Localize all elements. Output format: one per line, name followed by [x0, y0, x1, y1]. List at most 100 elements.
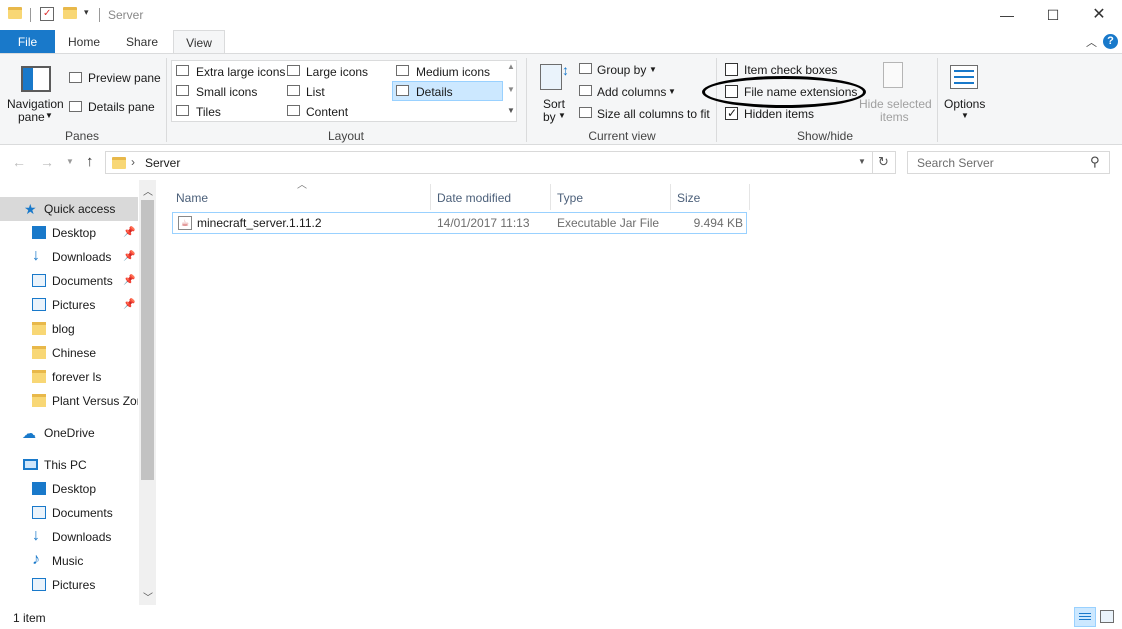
sidebar-item-quick[interactable]: Documents 📌 — [0, 269, 138, 293]
pin-icon[interactable]: 📌 — [123, 221, 135, 245]
tab-view[interactable]: View — [173, 30, 225, 55]
gallery-scroll-down-icon[interactable]: ▼ — [507, 85, 515, 94]
column-header-size[interactable]: Size — [671, 184, 750, 210]
refresh-icon[interactable]: ↻ — [878, 154, 889, 170]
hide-selected-items-button[interactable]: Hide selected items — [858, 60, 932, 124]
sidebar-item-pc[interactable]: Desktop — [0, 477, 138, 501]
item-count: 1 item — [13, 611, 46, 625]
sidebar-item-label: Documents — [52, 506, 113, 520]
details-pane-button[interactable]: Details pane — [88, 100, 155, 114]
medium-icons-option[interactable]: Medium icons — [416, 65, 490, 79]
content-icon — [287, 105, 300, 116]
sidebar-item-pc[interactable]: Documents — [0, 501, 138, 525]
sidebar-item-quick[interactable]: Plant Versus Zon — [0, 389, 138, 413]
hidden-items-checkbox[interactable]: ✓ — [725, 106, 738, 120]
minimize-button[interactable]: — — [984, 0, 1030, 30]
sidebar-item-label: Downloads — [52, 530, 112, 544]
tiles-option[interactable]: Tiles — [196, 105, 221, 119]
extra-large-icons-icon — [176, 65, 189, 76]
divider — [30, 8, 31, 22]
tab-file[interactable]: File — [0, 30, 55, 54]
properties-icon[interactable]: ✓ — [40, 7, 54, 21]
sidebar-item-quick[interactable]: Chinese — [0, 341, 138, 365]
nav-onedrive[interactable]: ☁ OneDrive — [0, 421, 138, 445]
sidebar-item-pc[interactable]: ♪ Music — [0, 549, 138, 573]
sidebar-item-label: Documents — [52, 274, 113, 288]
sidebar-item-pc[interactable]: Pictures — [0, 573, 138, 597]
sidebar-item-quick[interactable]: Desktop 📌 — [0, 221, 138, 245]
breadcrumb-server[interactable]: Server — [145, 156, 180, 170]
item-check-boxes-checkbox[interactable] — [725, 63, 738, 76]
sidebar-item-pc[interactable]: ↓ Downloads — [0, 525, 138, 549]
sidebar-item-label: Music — [52, 554, 84, 568]
extra-large-icons-option[interactable]: Extra large icons — [196, 65, 285, 79]
nav-quick-access[interactable]: ★ Quick access — [0, 197, 138, 221]
close-button[interactable]: ✕ — [1076, 0, 1122, 30]
download-icon: ↓ — [32, 247, 40, 264]
column-header-name[interactable]: Name — [169, 184, 431, 210]
small-icons-icon — [176, 85, 189, 96]
options-icon — [950, 65, 978, 89]
sidebar-item-label: Downloads — [52, 250, 112, 264]
add-columns-button[interactable]: Add columns — [597, 85, 666, 99]
forward-arrow-icon[interactable]: → — [40, 154, 54, 170]
pin-icon[interactable]: 📌 — [123, 245, 135, 269]
pin-icon[interactable]: 📌 — [123, 293, 135, 317]
sidebar-item-quick[interactable]: forever ls — [0, 365, 138, 389]
minimize-ribbon-icon[interactable]: ︿ — [1086, 34, 1097, 50]
address-bar[interactable]: › Server ▼ ↻ — [105, 151, 896, 174]
small-icons-option[interactable]: Small icons — [196, 85, 257, 99]
file-name: minecraft_server.1.11.2 — [197, 216, 322, 230]
current-view-group-label: Current view — [588, 129, 656, 143]
scroll-thumb[interactable] — [141, 200, 154, 480]
table-row[interactable]: ☕ minecraft_server.1.11.2 14/01/2017 11:… — [172, 212, 747, 234]
back-arrow-icon[interactable]: ← — [12, 154, 26, 170]
details-pane-icon — [69, 101, 82, 112]
column-header-date[interactable]: Date modified — [431, 184, 551, 210]
sort-by-button[interactable]: ↕ Sort by ▼ — [535, 60, 573, 126]
new-folder-icon[interactable] — [63, 7, 77, 21]
preview-pane-button[interactable]: Preview pane — [88, 71, 161, 85]
details-option[interactable]: Details — [392, 81, 503, 101]
navigation-pane: ★ Quick access Desktop 📌 ↓ Downloads 📌 Docume… — [0, 180, 156, 605]
recent-locations-icon[interactable]: ▼ — [66, 157, 74, 166]
cloud-icon: ☁ — [22, 425, 36, 441]
divider — [99, 8, 100, 22]
up-arrow-icon[interactable]: ↑ — [86, 153, 94, 170]
options-button[interactable]: Options ▼ — [942, 60, 988, 126]
search-icon[interactable]: ⚲ — [1090, 154, 1100, 170]
file-date: 14/01/2017 11:13 — [437, 216, 530, 230]
column-header-type[interactable]: Type — [551, 184, 671, 210]
star-icon: ★ — [24, 201, 37, 217]
size-all-columns-button[interactable]: Size all columns to fit — [597, 107, 710, 121]
address-dropdown-icon[interactable]: ▼ — [858, 157, 866, 166]
sidebar-item-quick[interactable]: Pictures 📌 — [0, 293, 138, 317]
tab-share[interactable]: Share — [113, 30, 171, 54]
folder-icon — [32, 394, 46, 407]
list-option[interactable]: List — [306, 85, 325, 99]
customize-quick-access-icon[interactable]: ▾ — [84, 7, 89, 18]
gallery-scroll-up-icon[interactable]: ▲ — [507, 62, 515, 71]
large-icons-view-icon[interactable] — [1100, 610, 1114, 623]
nav-scrollbar[interactable]: ︿ ﹀ — [139, 180, 156, 605]
help-icon[interactable]: ? — [1103, 34, 1118, 49]
sidebar-item-label: Chinese — [52, 346, 97, 360]
large-icons-option[interactable]: Large icons — [306, 65, 368, 79]
details-view-icon[interactable] — [1074, 607, 1096, 627]
sidebar-item-quick[interactable]: ↓ Downloads 📌 — [0, 245, 138, 269]
hide-selected-icon — [883, 62, 903, 88]
tab-home[interactable]: Home — [57, 30, 111, 54]
search-box[interactable]: Search Server ⚲ — [907, 151, 1110, 174]
scroll-up-icon[interactable]: ︿ — [143, 183, 153, 198]
group-separator — [937, 58, 938, 142]
scroll-down-icon[interactable]: ﹀ — [143, 589, 153, 604]
content-option[interactable]: Content — [306, 105, 348, 119]
nav-this-pc[interactable]: This PC — [0, 453, 138, 477]
group-by-button[interactable]: Group by — [597, 63, 646, 77]
search-input[interactable]: Search Server — [917, 156, 994, 170]
gallery-expand-icon[interactable]: ▼ — [507, 106, 515, 115]
navigation-pane-button[interactable]: Navigation pane ▼ — [4, 60, 66, 126]
maximize-button[interactable]: ☐ — [1030, 0, 1076, 30]
sidebar-item-quick[interactable]: blog — [0, 317, 138, 341]
pin-icon[interactable]: 📌 — [123, 269, 135, 293]
